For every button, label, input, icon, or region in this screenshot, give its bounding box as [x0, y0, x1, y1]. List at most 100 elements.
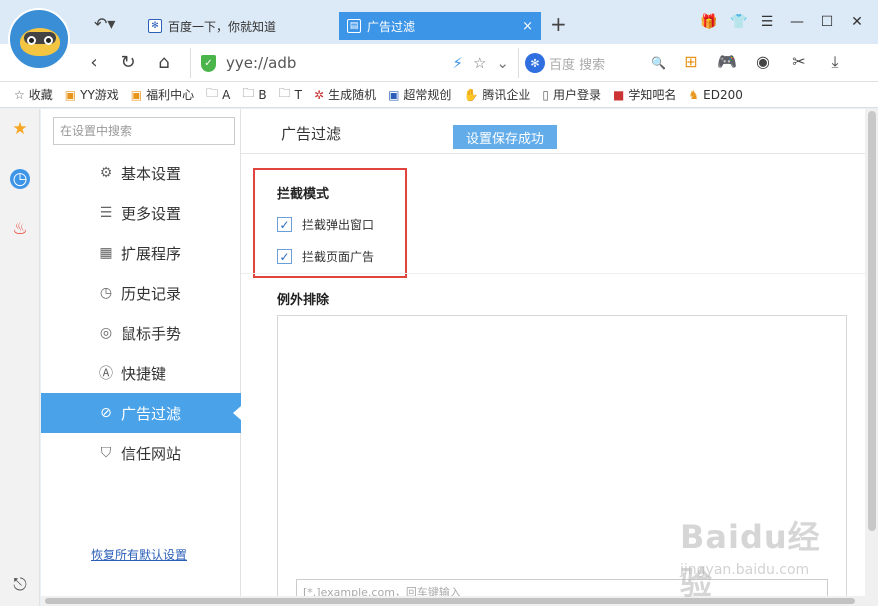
page-icon: ▯ [542, 87, 550, 102]
window-controls: 🎁 👕 ☰ — ☐ ✕ [700, 14, 864, 30]
download-icon[interactable]: ⤓ [824, 52, 846, 72]
bookmark-item[interactable]: 🗀 A [206, 84, 230, 105]
restore-defaults-link[interactable]: 恢复所有默认设置 [91, 546, 187, 563]
home-icon[interactable]: ⌂ [154, 52, 174, 73]
exclusion-heading: 例外排除 [277, 293, 330, 308]
a-key-icon: Ⓐ [99, 366, 113, 382]
gesture-icon: ◎ [99, 325, 113, 341]
vertical-scrollbar[interactable] [865, 109, 878, 606]
bookmark-item[interactable]: ♞ ED200 [688, 88, 743, 102]
settings-sidebar: ⚙ 基本设置 ☰ 更多设置 ▦ 扩展程序 ◷ 历史记录 ◎ 鼠标手势 Ⓐ 快捷键… [41, 109, 241, 606]
sidebar-item-label: 信任网站 [121, 444, 182, 463]
star-outline-icon: ☆ [14, 87, 25, 102]
secure-shield-icon: ✓ [201, 54, 216, 72]
maximize-icon[interactable]: ☐ [820, 14, 834, 30]
divider [241, 153, 865, 154]
minimize-icon[interactable]: — [790, 14, 804, 30]
url-actions: ⚡ ☆ ⌄ [452, 54, 509, 72]
bookmark-item[interactable]: ▣ 福利中心 [131, 86, 194, 103]
favorites-star-icon[interactable]: ★ [10, 119, 30, 139]
search-box[interactable]: ✻ 百度 搜索 🔍 [518, 48, 672, 78]
sidebar-item-more[interactable]: ☰ 更多设置 [41, 193, 241, 233]
gift-icon[interactable]: 🎁 [700, 14, 717, 30]
bookmark-item[interactable]: ▯ 用户登录 [542, 86, 601, 103]
history-clock-icon[interactable]: ◷ [10, 169, 30, 189]
hot-flame-icon[interactable]: ♨ [10, 219, 30, 239]
xue-icon: ■ [613, 87, 625, 102]
lightning-icon[interactable]: ⚡ [452, 54, 463, 72]
browser-logo[interactable] [8, 8, 70, 70]
bookmark-item[interactable]: ▣ YY游戏 [65, 86, 119, 103]
dropdown-icon[interactable]: ⌄ [496, 54, 509, 72]
scrollbar-thumb[interactable] [868, 111, 876, 531]
list-icon: ☰ [99, 205, 113, 221]
block-page-ads-option[interactable]: ✓ 拦截页面广告 [277, 248, 374, 265]
paw-icon: ▣ [388, 87, 400, 102]
sidebar-item-basic[interactable]: ⚙ 基本设置 [41, 153, 241, 193]
tab-label: 百度一下，你就知道 [168, 19, 277, 34]
bookmark-item[interactable]: ✋ 腾讯企业 [463, 86, 530, 103]
tab-baidu[interactable]: ✻ 百度一下，你就知道 [140, 12, 336, 40]
sidebar-item-ad-filter[interactable]: ⊘ 广告过滤 [41, 393, 241, 433]
apps-icon[interactable]: ⊞ [680, 52, 702, 72]
bookmark-item[interactable]: ☆ 收藏 [14, 86, 53, 103]
tiger-icon: ▣ [130, 87, 143, 102]
bookmark-star-icon[interactable]: ☆ [473, 54, 486, 72]
shield-icon: ⛉ [100, 445, 112, 461]
block-icon: ⊘ [100, 405, 112, 421]
document-icon: ▤ [347, 19, 361, 33]
new-tab-icon[interactable]: + [550, 13, 567, 35]
title-bar: ↶▾ ✻ 百度一下，你就知道 ▤ 广告过滤 × + 🎁 👕 ☰ — ☐ ✕ [0, 0, 878, 70]
bookmark-item[interactable]: 🗀 T [279, 84, 302, 105]
sidebar-item-gestures[interactable]: ◎ 鼠标手势 [41, 313, 241, 353]
block-page-ads-checkbox[interactable]: ✓ [277, 249, 292, 264]
baidu-paw-icon[interactable]: ✻ [525, 53, 545, 73]
settings-search-input[interactable] [53, 117, 235, 145]
scissors-icon[interactable]: ✂ [788, 52, 810, 72]
sidebar-item-extensions[interactable]: ▦ 扩展程序 [41, 233, 241, 273]
watermark-logo: Baidu经验 [680, 518, 821, 602]
search-icon[interactable]: 🔍 [651, 56, 666, 70]
video-icon[interactable]: ◉ [752, 52, 774, 72]
tab-ad-filter[interactable]: ▤ 广告过滤 × [339, 12, 541, 40]
url-text[interactable]: yye://adb [226, 54, 296, 72]
game-icon[interactable]: 🎮 [716, 52, 738, 72]
watermark-url: jingyan.baidu.com [680, 562, 810, 578]
sidebar-item-label: 历史记录 [121, 284, 182, 303]
skin-icon[interactable]: 👕 [730, 14, 747, 30]
folder-icon: 🗀 [278, 86, 291, 100]
random-icon: ✲ [314, 87, 325, 102]
tab-label: 广告过滤 [367, 19, 416, 34]
bookmarks-bar: ☆ 收藏 ▣ YY游戏 ▣ 福利中心 🗀 A 🗀 B 🗀 T ✲ 生成随机 ▣ 超常规创 ✋ 腾讯… [0, 82, 878, 108]
sidebar-item-label: 快捷键 [121, 364, 167, 383]
exit-icon[interactable]: ⎋ [10, 575, 30, 595]
option-label: 拦截页面广告 [302, 250, 375, 264]
sidebar-item-label: 广告过滤 [121, 404, 182, 423]
sidebar-item-label: 基本设置 [121, 164, 182, 183]
bookmark-item[interactable]: ■ 学知吧名 [613, 86, 676, 103]
undo-close-tab-icon[interactable]: ↶▾ [94, 14, 115, 33]
bookmark-item[interactable]: 🗀 B [242, 84, 266, 105]
paw-icon: ✻ [148, 19, 162, 33]
block-popups-option[interactable]: ✓ 拦截弹出窗口 [277, 216, 374, 233]
grid-icon: ▦ [99, 245, 113, 261]
sidebar-item-trusted-sites[interactable]: ⛉ 信任网站 [41, 433, 241, 473]
bookmark-item[interactable]: ✲ 生成随机 [314, 86, 376, 103]
page-title: 广告过滤 [281, 125, 342, 143]
tiger-icon: ▣ [64, 87, 77, 102]
back-icon[interactable]: ‹ [84, 52, 104, 73]
baidu-jingyan-watermark: Baidu经验 jingyan.baidu.com [680, 512, 830, 602]
refresh-icon[interactable]: ↻ [118, 52, 138, 73]
sidebar-item-shortcuts[interactable]: Ⓐ 快捷键 [41, 353, 241, 393]
sidebar-item-label: 扩展程序 [121, 244, 182, 263]
horse-icon: ♞ [688, 87, 700, 102]
menu-icon[interactable]: ☰ [760, 14, 774, 30]
option-label: 拦截弹出窗口 [302, 218, 375, 232]
close-tab-icon[interactable]: × [522, 19, 533, 34]
url-field[interactable]: ✓ yye://adb ⚡ ☆ ⌄ [190, 48, 517, 78]
block-popups-checkbox[interactable]: ✓ [277, 217, 292, 232]
close-window-icon[interactable]: ✕ [850, 14, 864, 30]
clock-icon: ◷ [99, 285, 113, 301]
sidebar-item-history[interactable]: ◷ 历史记录 [41, 273, 241, 313]
bookmark-item[interactable]: ▣ 超常规创 [388, 86, 451, 103]
